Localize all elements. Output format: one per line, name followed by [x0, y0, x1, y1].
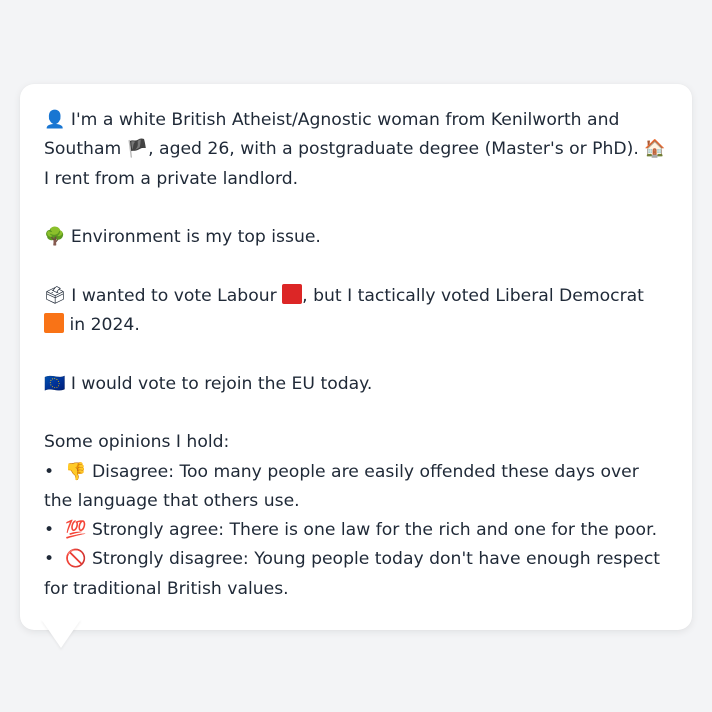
prohibited-icon: 🚫: [65, 549, 87, 570]
eu-text: I would vote to rejoin the EU today.: [65, 373, 373, 394]
bubble-tail: [41, 619, 81, 648]
vote-text-a: I wanted to vote Labour: [65, 285, 283, 306]
profile-message-bubble: 👤 I'm a white British Atheist/Agnostic w…: [20, 84, 692, 631]
opinion-item: 🚫 Strongly disagree: Young people today …: [44, 545, 668, 604]
labour-red-square-icon: [282, 283, 303, 304]
tree-icon: 🌳: [44, 227, 66, 248]
eu-flag-icon: 🇪🇺: [44, 373, 66, 394]
opinion-item: 💯 Strongly agree: There is one law for t…: [44, 516, 668, 545]
vote-text-b: , but I tactically voted Liberal Democra…: [302, 285, 644, 306]
opinion-item: 👎 Disagree: Too many people are easily o…: [44, 458, 668, 517]
libdem-orange-square-icon: [44, 313, 64, 334]
opinion-text: Disagree: Too many people are easily off…: [44, 461, 639, 511]
bust-icon: 👤: [44, 110, 66, 130]
opinions-heading: Some opinions I hold:: [44, 432, 230, 453]
vote-line: 🗳 I wanted to vote Labour , but I tactic…: [44, 282, 668, 341]
top-issue-text: Environment is my top issue.: [65, 227, 321, 248]
eu-line: 🇪🇺 I would vote to rejoin the EU today.: [44, 370, 668, 399]
vote-text-c: in 2024.: [64, 315, 140, 336]
thumbs-down-icon: 👎: [65, 461, 87, 482]
identity-line: 👤 I'm a white British Atheist/Agnostic w…: [44, 106, 668, 194]
opinion-text: Strongly agree: There is one law for the…: [86, 520, 658, 541]
identity-text-b: , aged 26, with a postgraduate degree (M…: [148, 139, 645, 160]
england-flag-icon: 🏴: [126, 139, 149, 160]
top-issue-line: 🌳 Environment is my top issue.: [44, 223, 668, 252]
hundred-points-icon: 💯: [65, 520, 87, 541]
opinion-text: Strongly disagree: Young people today do…: [44, 549, 661, 599]
identity-text-c: I rent from a private landlord.: [44, 168, 299, 189]
house-icon: 🏠: [644, 139, 666, 160]
ballot-box-icon: 🗳: [44, 285, 66, 306]
